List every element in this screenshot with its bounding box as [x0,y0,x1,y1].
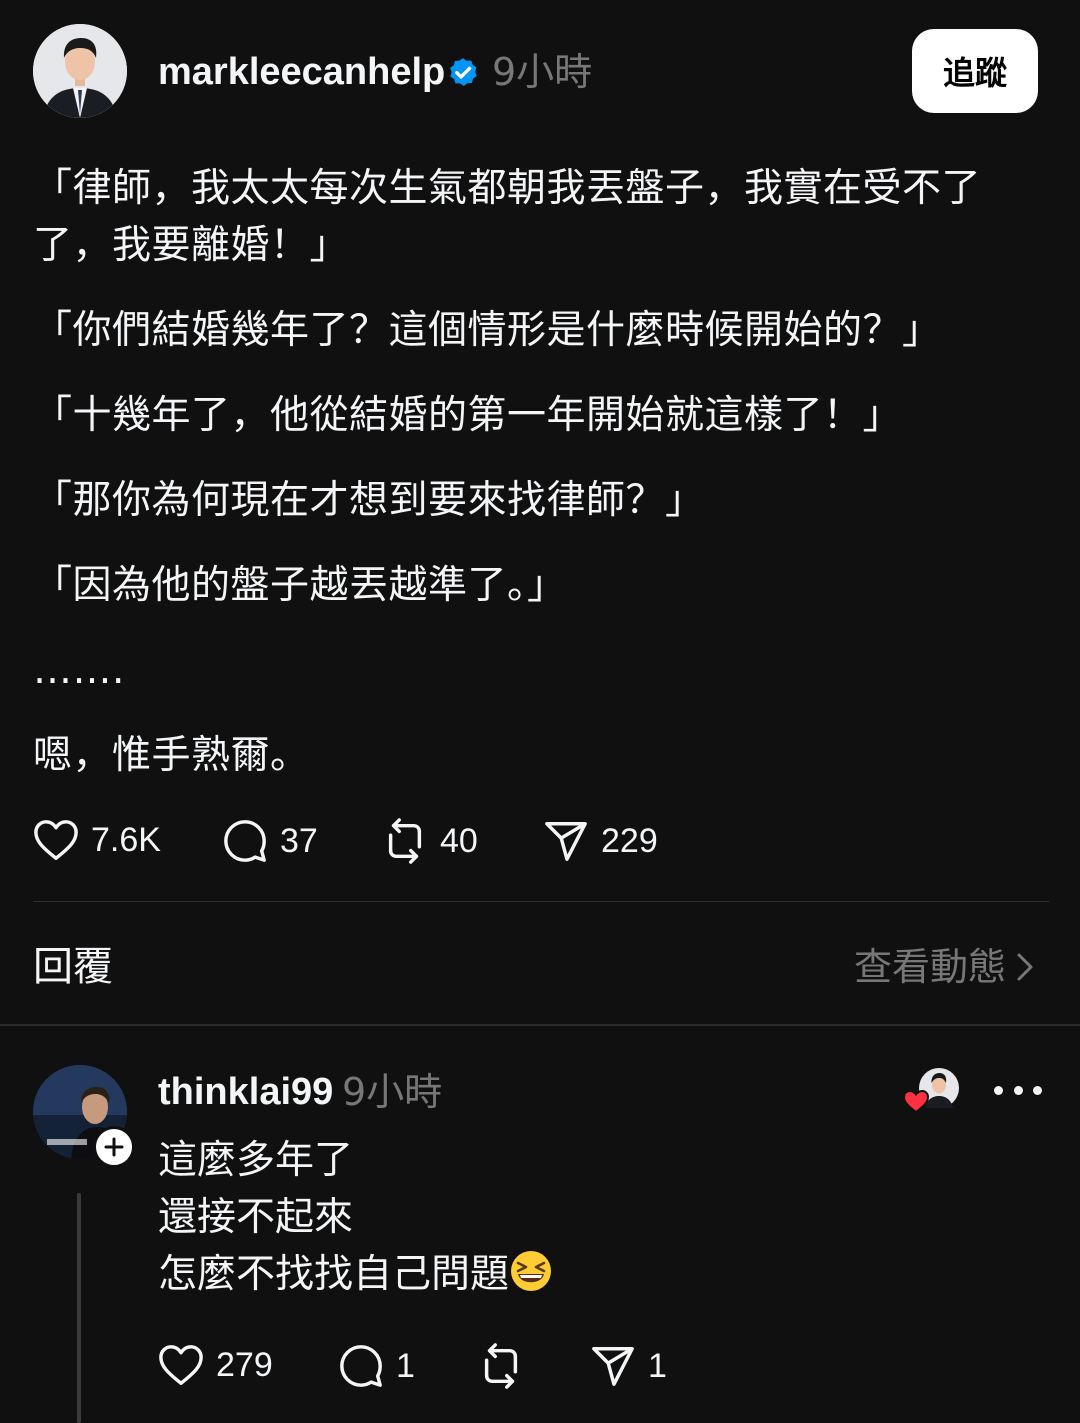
reply-line: 還接不起來 [158,1195,354,1240]
post-paragraph: ……. [33,648,125,693]
section-divider [0,1024,1080,1026]
more-icon-dot [994,1085,1003,1095]
author-avatar-image [33,24,127,118]
author-username[interactable]: markleecanhelp [158,48,445,96]
post-body: 「律師，我太太每次生氣都朝我丟盤子，我實在受不了了，我要離婚！」 「你們結婚幾年… [33,160,1033,812]
replies-title: 回覆 [33,944,113,990]
reply-share-count: 1 [648,1346,667,1385]
repost-icon [388,818,422,864]
share-count: 229 [601,821,658,860]
post-paragraph: 「因為他的盤子越丟越準了。」 [33,563,567,608]
heart-icon [34,820,78,860]
comment-count: 37 [280,821,318,860]
reply-timestamp: 9小時 [342,1070,443,1114]
repost-count: 40 [440,821,478,860]
liked-by-author-icon [902,1068,959,1114]
author-avatar[interactable] [33,24,127,118]
post-paragraph: 「十幾年了，他從結婚的第一年開始就這樣了！」 [33,393,903,438]
plus-icon [104,1137,124,1157]
comment-icon [340,1345,382,1387]
verified-badge-icon [450,58,477,87]
post-timestamp: 9小時 [492,50,593,94]
comment-button[interactable]: 37 [222,818,318,864]
repost-icon [484,1343,518,1389]
more-icon-dot [1033,1085,1042,1095]
post-paragraph: 「那你為何現在才想到要來找律師？」 [33,478,705,523]
reply-like-button[interactable]: 279 [158,1343,273,1387]
repost-button[interactable]: 40 [382,818,478,864]
like-button[interactable]: 7.6K [33,818,161,862]
share-icon [545,822,587,861]
more-options-button[interactable] [994,1072,1042,1108]
reply-comment-button[interactable]: 1 [338,1343,415,1389]
more-icon-dot [1013,1085,1023,1095]
reply-text: 這麼多年了 還接不起來 怎麼不找找自己問題 [158,1132,553,1303]
view-activity-label: 查看動態 [853,945,1006,989]
comment-icon [224,820,266,862]
reply-username[interactable]: thinklai99 [158,1068,333,1116]
view-activity-link[interactable]: 查看動態 [854,941,1034,993]
reply-repost-button[interactable] [478,1343,536,1389]
reply-line: 這麼多年了 [158,1138,354,1183]
thread-line [77,1193,81,1423]
chevron-right-icon [1017,953,1033,981]
divider [33,901,1049,902]
like-count: 7.6K [91,820,161,859]
follow-plus-button[interactable] [93,1126,135,1168]
follow-button[interactable]: 追蹤 [912,29,1038,113]
reply-comment-count: 1 [396,1346,415,1385]
reply-like-count: 279 [216,1345,273,1384]
heart-icon [159,1345,203,1385]
share-icon [592,1347,634,1386]
share-button[interactable]: 229 [543,818,658,864]
post-paragraph: 「律師，我太太每次生氣都朝我丟盤子，我實在受不了了，我要離婚！」 [33,166,982,268]
reply-line: 怎麼不找找自己問題 [158,1252,510,1297]
post-paragraph: 「你們結婚幾年了？這個情形是什麼時候開始的？」 [33,308,942,353]
post-paragraph: 嗯，惟手熟爾。 [33,733,310,778]
reply-share-button[interactable]: 1 [590,1343,667,1389]
grinning-squinting-face-icon [511,1251,552,1291]
